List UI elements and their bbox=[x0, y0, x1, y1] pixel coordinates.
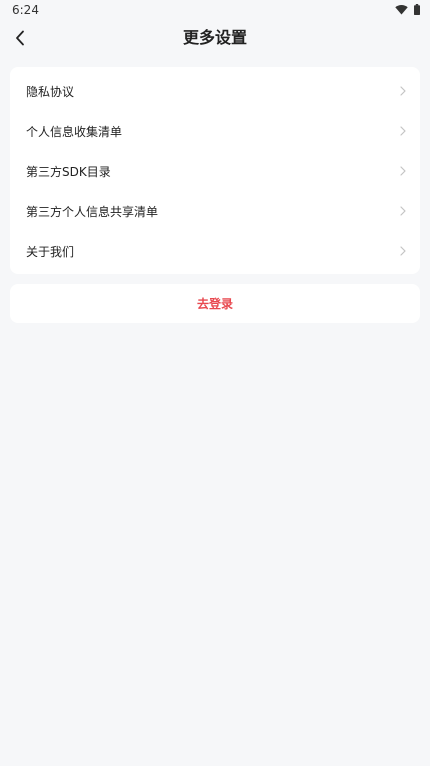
menu-item-label: 第三方个人信息共享清单 bbox=[26, 204, 159, 219]
menu-item-privacy-policy[interactable]: 隐私协议 bbox=[10, 71, 420, 111]
settings-menu-card: 隐私协议 个人信息收集清单 第三方SDK目录 第三方个人信息共享清单 关于我们 bbox=[10, 67, 420, 274]
chevron-right-icon bbox=[400, 206, 406, 216]
chevron-right-icon bbox=[400, 166, 406, 176]
menu-item-label: 关于我们 bbox=[26, 244, 75, 259]
status-time: 6:24 bbox=[12, 3, 39, 17]
menu-item-label: 隐私协议 bbox=[26, 84, 75, 99]
nav-bar: 更多设置 bbox=[0, 20, 430, 56]
menu-item-label: 个人信息收集清单 bbox=[26, 124, 123, 139]
page-title: 更多设置 bbox=[182, 28, 247, 47]
menu-item-third-party-sharing-list[interactable]: 第三方个人信息共享清单 bbox=[10, 191, 420, 231]
login-button-label: 去登录 bbox=[196, 297, 233, 311]
menu-item-third-party-sdk[interactable]: 第三方SDK目录 bbox=[10, 151, 420, 191]
status-icons bbox=[395, 3, 420, 15]
screen: 6:24 更多设置 隐私协议 个人信息收集清单 第三方SDK目录 第三方个人信息… bbox=[0, 0, 430, 766]
wifi-icon bbox=[395, 4, 408, 14]
menu-item-label: 第三方SDK目录 bbox=[26, 164, 111, 179]
status-bar: 6:24 bbox=[0, 0, 430, 20]
battery-icon bbox=[414, 3, 420, 15]
menu-item-personal-info-list[interactable]: 个人信息收集清单 bbox=[10, 111, 420, 151]
menu-item-about-us[interactable]: 关于我们 bbox=[10, 231, 420, 271]
chevron-right-icon bbox=[400, 86, 406, 96]
chevron-right-icon bbox=[400, 126, 406, 136]
chevron-right-icon bbox=[400, 246, 406, 256]
login-button[interactable]: 去登录 bbox=[10, 284, 420, 323]
